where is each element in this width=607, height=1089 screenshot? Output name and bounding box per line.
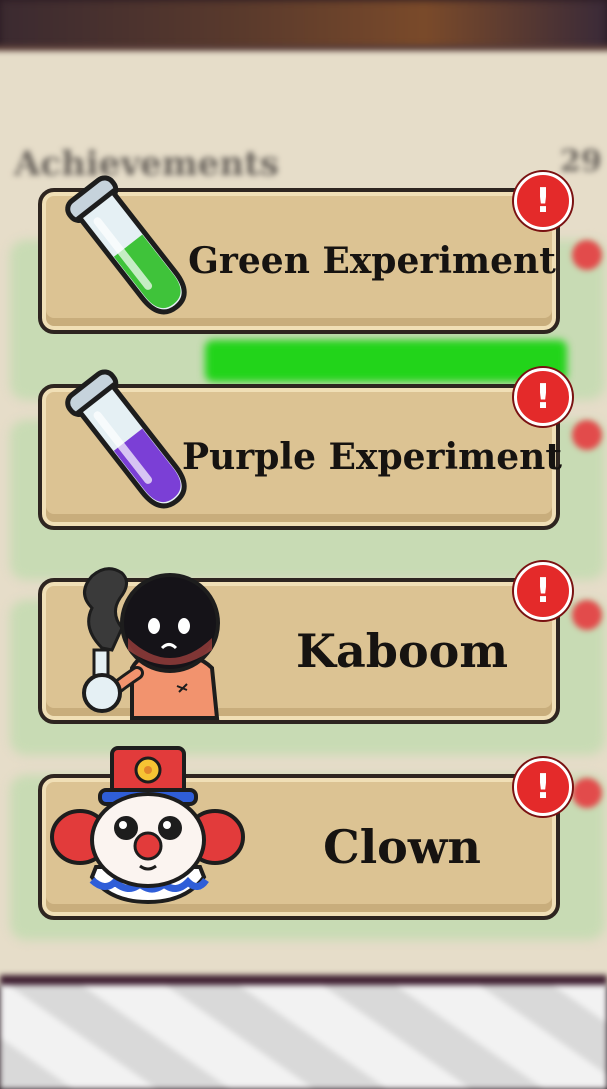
purple-test-tube-icon — [65, 369, 187, 509]
achievement-title: Purple Experiment — [182, 436, 562, 478]
alert-badge: ! — [514, 562, 572, 620]
background-alert-dot — [572, 240, 602, 270]
alert-badge: ! — [514, 172, 572, 230]
green-test-tube-icon — [65, 175, 187, 315]
clown-face-icon — [50, 746, 245, 905]
background-panel-count: 29 — [560, 144, 602, 179]
background-alert-dot — [572, 600, 602, 630]
exploded-character-icon — [82, 567, 220, 720]
background-alert-dot — [572, 778, 602, 808]
achievement-title: Clown — [323, 820, 481, 874]
achievement-title: Kaboom — [296, 624, 508, 678]
background-alert-dot — [572, 420, 602, 450]
achievement-title: Green Experiment — [188, 240, 556, 282]
background-progress-bar — [205, 340, 567, 382]
alert-badge: ! — [514, 758, 572, 816]
alert-badge: ! — [514, 368, 572, 426]
background-floor-tiles — [0, 975, 607, 1089]
